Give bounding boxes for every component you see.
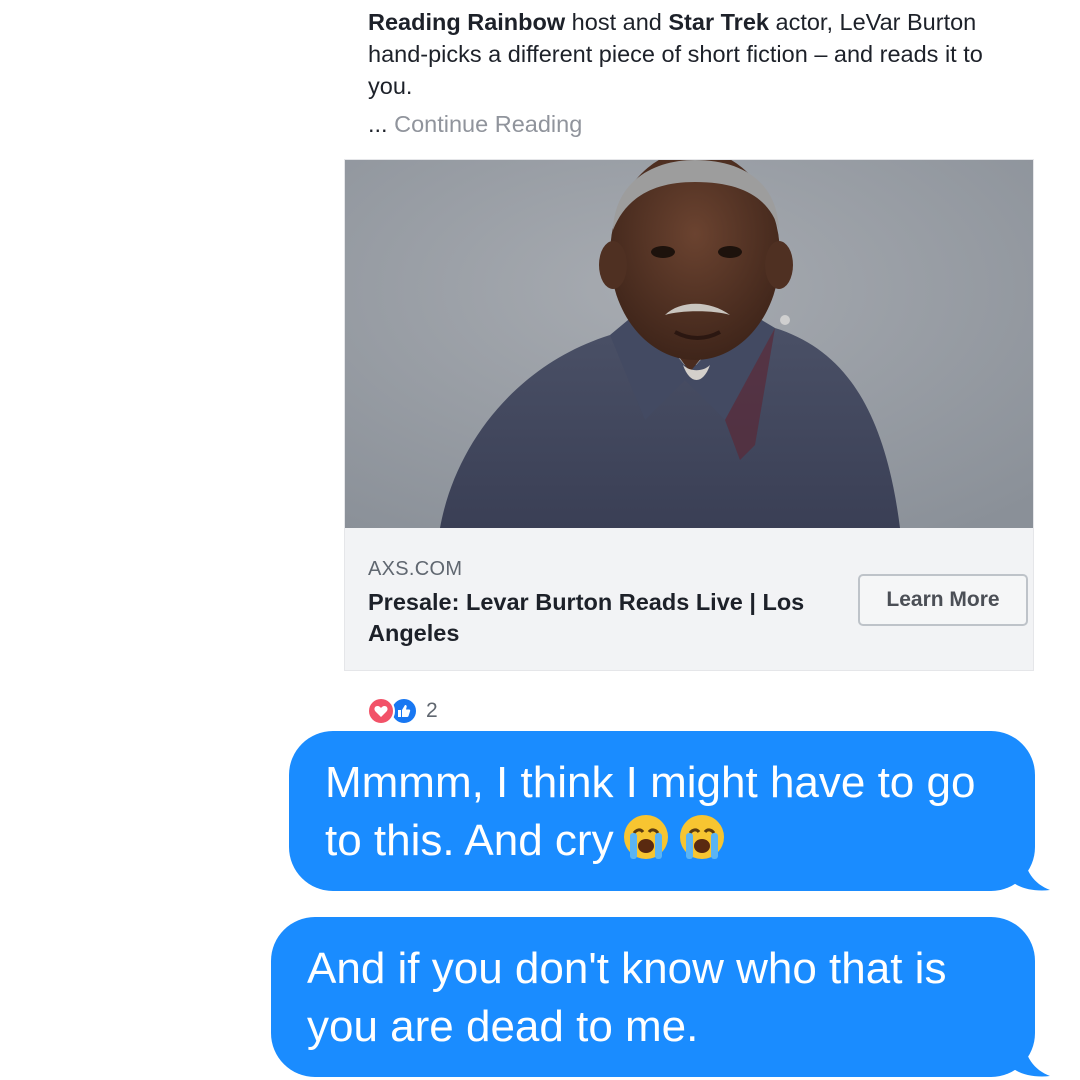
learn-more-button[interactable]: Learn More [858,574,1028,626]
loudly-crying-face-emoji [623,815,668,859]
post-text-segment: host and [565,9,669,35]
reactions-row[interactable]: 2 [367,697,438,725]
bubble-tail [1010,852,1050,891]
continue-reading-row: ... Continue Reading [368,108,582,140]
post-description: Reading Rainbow host and Star Trek actor… [368,6,1028,102]
card-domain: AXS.COM [368,558,463,580]
link-preview-card[interactable]: AXS.COM Presale: Levar Burton Reads Live… [344,159,1034,671]
continue-reading-link[interactable]: Continue Reading [394,111,582,137]
post-bold-show-name-2: Star Trek [668,9,769,35]
portrait-photo [345,160,1033,528]
ellipsis: ... [368,111,395,137]
bubble-tail [1010,1038,1050,1077]
card-photo[interactable] [345,160,1033,528]
post-bold-show-name: Reading Rainbow [368,9,566,35]
love-icon [367,697,395,725]
loudly-crying-face-emoji [679,815,724,859]
card-title[interactable]: Presale: Levar Burton Reads Live | Los A… [368,587,838,649]
message-text: And if you don't know who that is you ar… [307,944,947,1051]
message-bubble[interactable]: And if you don't know who that is you ar… [271,917,1035,1077]
reaction-count: 2 [426,699,438,722]
message-bubble[interactable]: Mmmm, I think I might have to go to this… [289,731,1035,891]
